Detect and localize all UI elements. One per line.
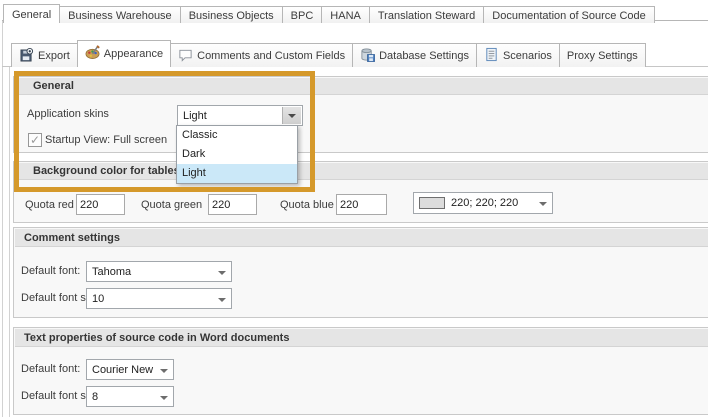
appearance-icon	[85, 45, 100, 63]
application-skins-value: Light	[183, 110, 207, 122]
dropdown-item-classic[interactable]: Classic	[177, 126, 297, 145]
word-font-value: Courier New	[92, 364, 153, 376]
comment-font-size-value: 10	[92, 293, 104, 305]
preferences-window: General Business Warehouse Business Obje…	[0, 0, 708, 417]
tab-business-objects[interactable]: Business Objects	[180, 6, 283, 23]
comment-settings-section: Comment settings Default font: Tahoma De…	[13, 227, 708, 318]
table-color-select[interactable]: 220; 220; 220	[413, 192, 553, 214]
application-skins-select[interactable]: Light	[177, 105, 303, 126]
tab-export-label: Export	[38, 50, 70, 62]
tab-database-settings-label: Database Settings	[379, 50, 469, 62]
settings-tabstrip: Export Appearance Comments and Custom Fi…	[11, 40, 645, 67]
quota-green-input[interactable]	[208, 194, 257, 215]
chevron-down-icon	[218, 271, 226, 275]
page-left-border	[2, 20, 3, 417]
scenarios-icon	[484, 47, 499, 65]
comments-icon	[178, 47, 193, 65]
comment-font-label: Default font:	[21, 265, 80, 277]
comment-font-select[interactable]: Tahoma	[86, 261, 232, 282]
skins-dropdown-list: Classic Dark Light	[176, 125, 298, 184]
background-color-section: Background color for tables Quota red Qu…	[13, 161, 708, 223]
tab-database-settings[interactable]: Database Settings	[352, 43, 477, 67]
word-font-size-select[interactable]: 8	[86, 386, 174, 407]
tab-comments-and-custom-fields[interactable]: Comments and Custom Fields	[170, 43, 353, 67]
quota-blue-label: Quota blue	[280, 199, 334, 211]
word-text-properties-section: Text properties of source code in Word d…	[13, 327, 708, 415]
word-font-size-value: 8	[92, 391, 98, 403]
general-section-header: General	[15, 78, 708, 95]
tab-documentation-of-source-code[interactable]: Documentation of Source Code	[483, 6, 654, 23]
module-tabstrip: General Business Warehouse Business Obje…	[3, 4, 654, 23]
tab-export[interactable]: Export	[11, 43, 78, 67]
word-font-label: Default font:	[21, 363, 80, 375]
chevron-down-icon	[218, 298, 226, 302]
tab-scenarios-label: Scenarios	[503, 50, 552, 62]
table-color-value: 220; 220; 220	[451, 197, 518, 209]
word-text-properties-header: Text properties of source code in Word d…	[15, 329, 708, 347]
dropdown-item-light[interactable]: Light	[177, 164, 297, 183]
color-swatch	[419, 197, 445, 209]
chevron-down-icon	[539, 202, 547, 206]
tab-hana[interactable]: HANA	[321, 6, 370, 23]
dropdown-item-dark[interactable]: Dark	[177, 145, 297, 164]
tab-proxy-settings-label: Proxy Settings	[567, 50, 638, 62]
quota-red-input[interactable]	[76, 194, 125, 215]
quota-green-label: Quota green	[141, 199, 202, 211]
check-icon: ✓	[30, 134, 40, 146]
tab-bpc[interactable]: BPC	[282, 6, 323, 23]
application-skins-label: Application skins	[27, 108, 109, 120]
tab-appearance[interactable]: Appearance	[77, 40, 171, 67]
general-section: General Application skins Light ✓ Startu…	[13, 76, 708, 153]
chevron-down-icon[interactable]	[282, 107, 301, 124]
comment-font-value: Tahoma	[92, 266, 131, 278]
background-color-section-header: Background color for tables	[15, 163, 708, 180]
tab-proxy-settings[interactable]: Proxy Settings	[559, 43, 646, 67]
quota-blue-input[interactable]	[336, 194, 387, 215]
tab-business-warehouse[interactable]: Business Warehouse	[59, 6, 181, 23]
word-font-select[interactable]: Courier New	[86, 359, 174, 380]
quota-red-label: Quota red	[25, 199, 74, 211]
comment-settings-header: Comment settings	[15, 229, 708, 247]
tab-appearance-label: Appearance	[104, 48, 163, 60]
tab-general[interactable]: General	[3, 4, 60, 23]
tab-comments-label: Comments and Custom Fields	[197, 50, 345, 62]
chevron-down-icon	[160, 369, 168, 373]
startup-fullscreen-checkbox[interactable]: ✓	[28, 133, 42, 147]
tab-translation-steward[interactable]: Translation Steward	[369, 6, 484, 23]
export-icon	[19, 47, 34, 65]
inner-left-border	[9, 66, 10, 417]
comment-font-size-select[interactable]: 10	[86, 288, 232, 309]
database-icon	[360, 47, 375, 65]
chevron-down-icon	[160, 396, 168, 400]
tab-scenarios[interactable]: Scenarios	[476, 43, 560, 67]
startup-fullscreen-label: Startup View: Full screen	[45, 134, 167, 146]
